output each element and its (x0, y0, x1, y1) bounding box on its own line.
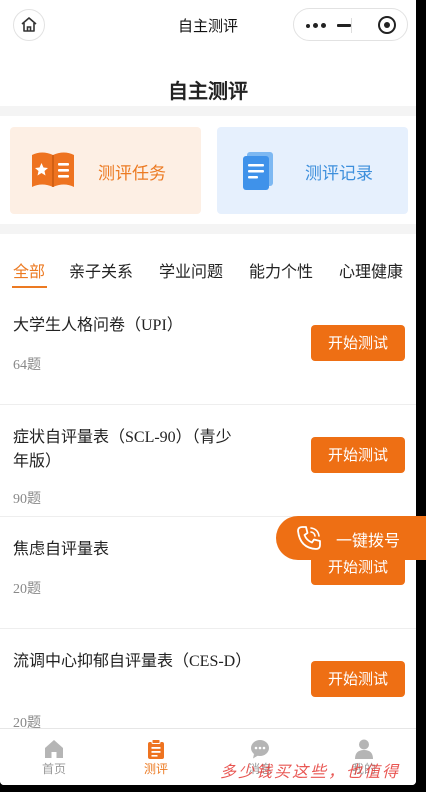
chat-icon (251, 740, 269, 759)
category-tabs: 全部 亲子关系 学业问题 能力个性 心理健康 (0, 258, 416, 288)
dial-label: 一键拨号 (336, 531, 401, 550)
page-title: 自主测评 (168, 79, 248, 103)
bottom-nav-assessment[interactable]: 测评 (104, 729, 208, 785)
close-target-icon[interactable] (378, 16, 396, 34)
assessment-title: 症状自评量表（SCL-90）（青少年版） (13, 429, 232, 470)
assessment-task-card[interactable]: 测评任务 (10, 127, 201, 214)
book-list-icon (32, 152, 74, 187)
bottom-nav-label: 首页 (41, 762, 66, 776)
start-test-button[interactable]: 开始测试 (311, 661, 405, 697)
user-icon (355, 739, 373, 759)
home-icon (45, 740, 63, 758)
tab-parent-child[interactable]: 亲子关系 (69, 258, 133, 282)
bottom-nav-home[interactable]: 首页 (2, 729, 106, 785)
question-count: 20题 (13, 582, 41, 597)
assessment-title: 大学生人格问卷（UPI） (13, 317, 183, 334)
tab-ability[interactable]: 能力个性 (249, 258, 313, 282)
tab-academic[interactable]: 学业问题 (159, 258, 223, 282)
bottom-nav-label: 测评 (143, 762, 168, 776)
start-test-button[interactable]: 开始测试 (311, 325, 405, 361)
start-test-button[interactable]: 开始测试 (311, 437, 405, 473)
mini-program-capsule (293, 8, 408, 41)
phone-icon (297, 526, 321, 550)
tab-mental-health[interactable]: 心理健康 (339, 258, 403, 282)
document-icon (243, 152, 273, 190)
list-item: 流调中心抑郁自评量表（CES-D） 20题 开始测试 (0, 628, 416, 740)
active-tab-indicator (12, 286, 47, 288)
question-count: 64题 (13, 358, 41, 373)
list-item: 症状自评量表（SCL-90）（青少年版） 90题 开始测试 (0, 404, 416, 516)
section-divider (0, 106, 416, 116)
assessment-title: 流调中心抑郁自评量表（CES-D） (13, 653, 252, 670)
assessment-record-card[interactable]: 测评记录 (217, 127, 408, 214)
minimize-icon[interactable] (337, 24, 351, 27)
capsule-divider (351, 18, 352, 33)
watermark-text: 多少钱买这些，也值得 (220, 762, 401, 781)
phone-screen: 自主测评 自主测评 测评任务 测评记录 全部 亲子关系 学业问题 能力个性 心理… (0, 0, 416, 785)
question-count: 90题 (13, 492, 41, 507)
list-item: 大学生人格问卷（UPI） 64题 开始测试 (0, 292, 416, 404)
section-divider (0, 224, 416, 234)
assessment-title: 焦虑自评量表 (13, 541, 110, 558)
card-label-task: 测评任务 (98, 164, 166, 184)
more-icon[interactable] (306, 23, 328, 28)
clipboard-icon (148, 739, 164, 759)
navbar: 自主测评 (0, 0, 416, 50)
card-label-record: 测评记录 (305, 164, 373, 184)
one-click-dial-button[interactable]: 一键拨号 (276, 516, 426, 560)
tab-all[interactable]: 全部 (13, 258, 45, 282)
